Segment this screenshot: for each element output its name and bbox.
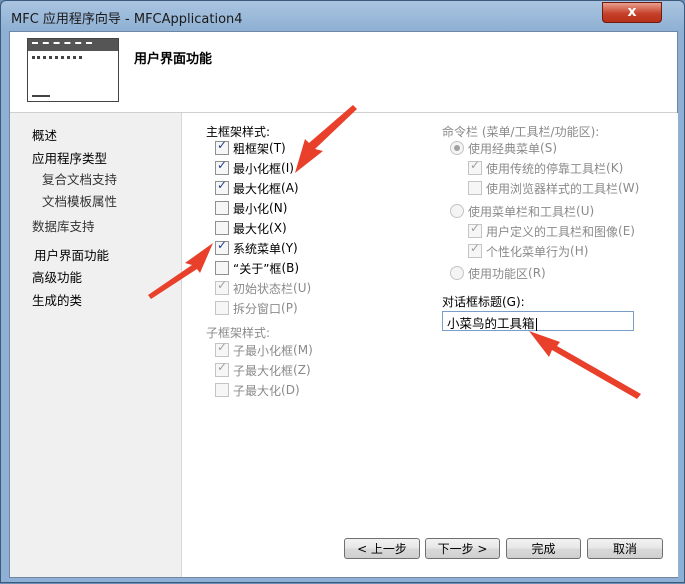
arrow-to-minimize-box: [295, 105, 357, 173]
arrow-to-system-menu: [148, 243, 213, 299]
annotation-arrows: [148, 105, 641, 399]
wizard-window: MFC 应用程序向导 - MFCApplication4 x 用户界面功能 概述…: [0, 0, 685, 583]
arrow-to-dialog-title: [529, 331, 641, 399]
